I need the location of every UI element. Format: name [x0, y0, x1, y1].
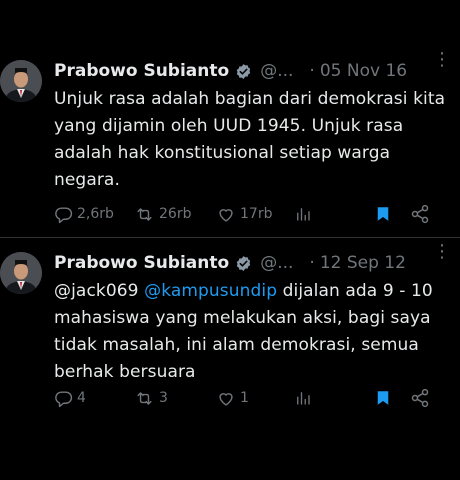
bookmark-icon [377, 391, 389, 405]
share-icon [411, 204, 429, 224]
more-options-icon[interactable]: ⋮ [433, 51, 451, 69]
tweet-card[interactable]: Prabowo Subianto @... · 05 Nov 16 ⋮ Unju… [0, 48, 460, 238]
retweet-count: 26rb [159, 206, 192, 222]
avatar[interactable] [0, 252, 42, 294]
author-name[interactable]: Prabowo Subianto [54, 61, 229, 81]
retweet-count: 3 [159, 390, 168, 406]
heart-icon [219, 208, 233, 222]
like-button[interactable]: 17rb [216, 202, 272, 226]
reply-icon [55, 206, 73, 223]
verified-badge-icon [235, 255, 252, 272]
bar-chart-icon [297, 208, 310, 221]
tweet-divider [0, 237, 460, 238]
reply-icon [55, 390, 73, 407]
views-button[interactable] [294, 386, 316, 410]
author-name[interactable]: Prabowo Subianto [54, 253, 229, 273]
tweet-date[interactable]: 05 Nov 16 [320, 61, 407, 81]
heart-icon [219, 392, 233, 406]
views-button[interactable] [294, 202, 316, 226]
bookmark-button[interactable] [374, 386, 392, 410]
header-separator: · [309, 61, 315, 81]
mention-link[interactable]: @kampusundip [144, 281, 277, 301]
tweet-text: @jack069 @kampusundip dijalan ada 9 - 10… [54, 278, 454, 386]
tweet-actions: 4 3 1 [54, 386, 452, 410]
bookmark-button[interactable] [374, 202, 392, 226]
tweet-header: Prabowo Subianto @... · 05 Nov 16 [54, 58, 452, 84]
like-count: 17rb [240, 206, 273, 222]
reply-button[interactable]: 2,6rb [54, 202, 114, 226]
mention-plain[interactable]: @jack069 [54, 281, 139, 301]
author-handle[interactable]: @... [260, 61, 293, 81]
retweet-button[interactable]: 26rb [134, 202, 191, 226]
like-count: 1 [240, 390, 249, 406]
retweet-button[interactable]: 3 [134, 386, 168, 410]
reply-count: 4 [77, 390, 86, 406]
reply-count: 2,6rb [77, 206, 114, 222]
tweet-card[interactable]: Prabowo Subianto @... · 12 Sep 12 ⋮ @jac… [0, 240, 460, 430]
like-button[interactable]: 1 [216, 386, 249, 410]
share-icon [411, 388, 429, 408]
verified-badge-icon [235, 63, 252, 80]
tweet-text: Unjuk rasa adalah bagian dari demokrasi … [54, 89, 446, 190]
avatar[interactable] [0, 60, 42, 102]
reply-button[interactable]: 4 [54, 386, 86, 410]
more-options-icon[interactable]: ⋮ [433, 243, 451, 261]
tweet-date[interactable]: 12 Sep 12 [320, 253, 406, 273]
author-handle[interactable]: @... [260, 253, 293, 273]
header-separator: · [309, 253, 315, 273]
share-button[interactable] [410, 386, 430, 410]
tweet-actions: 2,6rb 26rb 17rb [54, 202, 452, 226]
bar-chart-icon [297, 392, 310, 405]
bookmark-icon [377, 207, 389, 221]
share-button[interactable] [410, 202, 430, 226]
tweet-header: Prabowo Subianto @... · 12 Sep 12 [54, 250, 452, 276]
retweet-icon [137, 391, 152, 405]
retweet-icon [137, 207, 152, 221]
